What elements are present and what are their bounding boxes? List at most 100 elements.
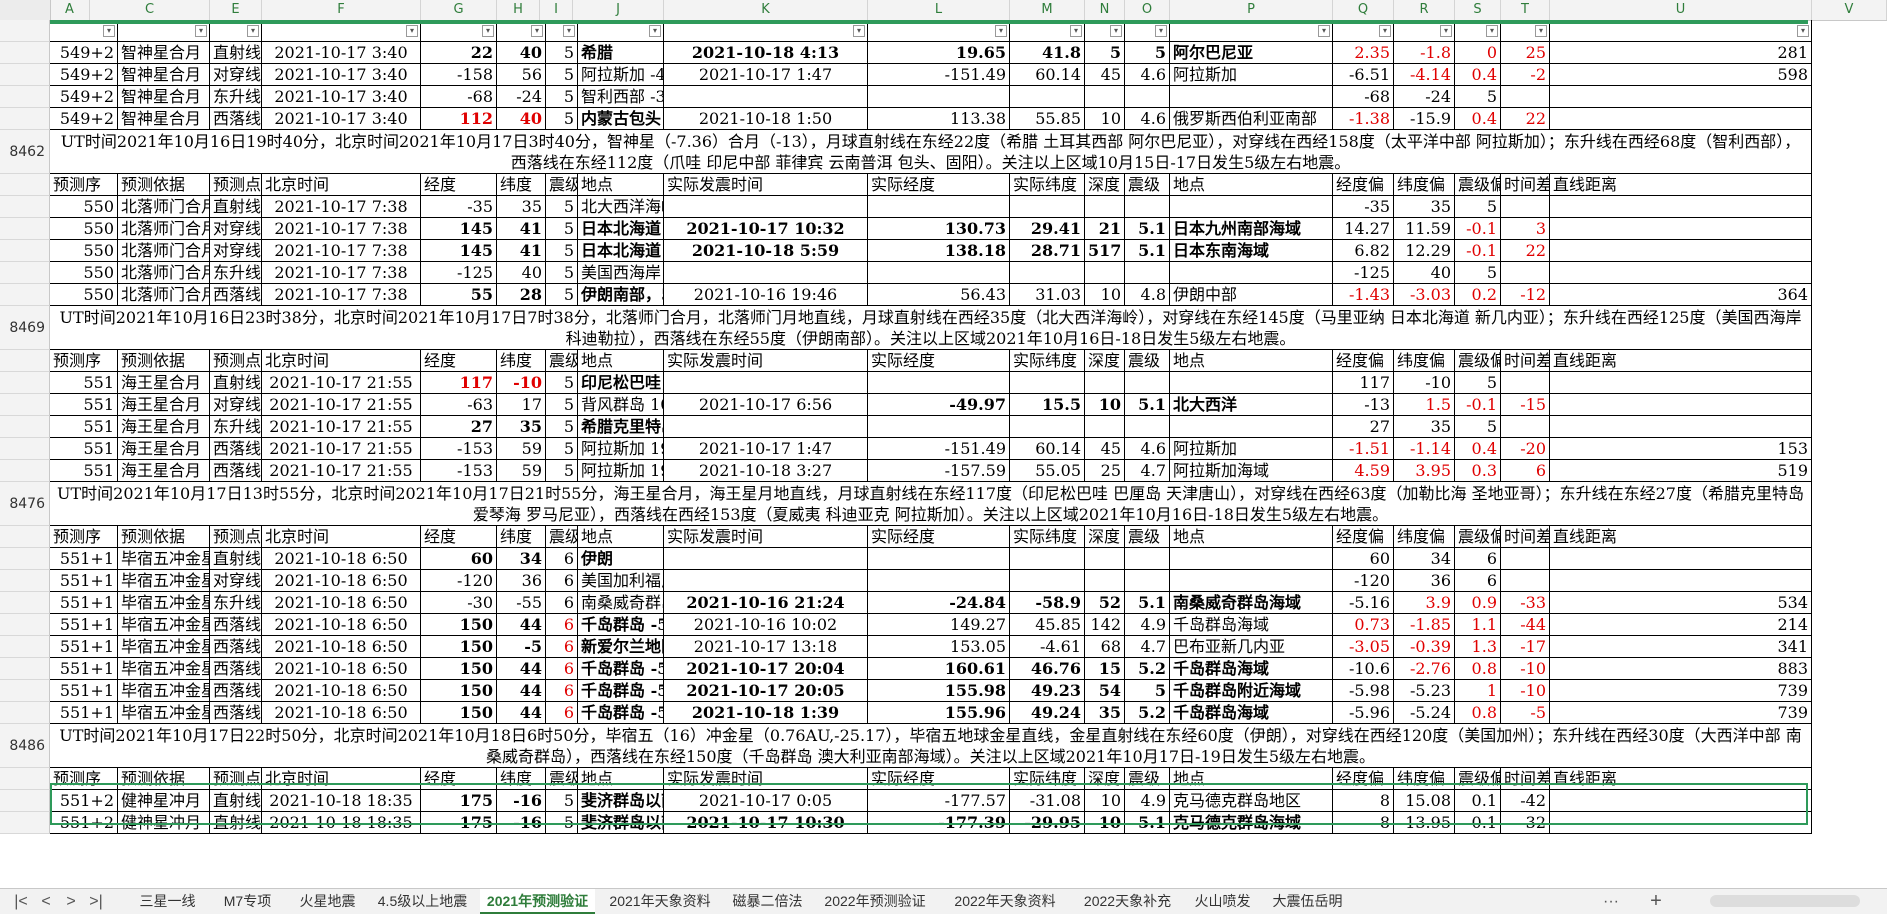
header-cell[interactable]: 震级偏 (1455, 350, 1501, 372)
cell[interactable] (1550, 394, 1812, 416)
header-cell[interactable]: 纬度偏 (1394, 768, 1455, 790)
header-cell[interactable]: 地点 (1170, 526, 1333, 548)
cell[interactable]: 46.76 (1010, 658, 1085, 680)
cell[interactable]: 直射线 (210, 42, 262, 64)
header-cell[interactable]: 纬度偏 (1394, 174, 1455, 196)
header-cell[interactable]: 经度偏 (1333, 174, 1394, 196)
cell[interactable]: 西落线 (210, 108, 262, 130)
cell[interactable]: 29.41 (1010, 218, 1085, 240)
filter-dropdown-icon[interactable]: ▾ (195, 25, 207, 37)
cell[interactable]: 739 (1550, 680, 1812, 702)
cell[interactable]: 千岛群岛附近海域 (1170, 680, 1333, 702)
cell[interactable]: -24 (497, 86, 546, 108)
cell[interactable]: 551+1 (50, 658, 118, 680)
header-cell[interactable]: 震级偏 (1455, 174, 1501, 196)
cell[interactable]: 550 (50, 196, 118, 218)
cell[interactable]: 智神星合月 (118, 86, 210, 108)
cell[interactable]: 直射线 (210, 812, 262, 834)
cell[interactable]: 巴布亚新几内亚 (1170, 636, 1333, 658)
cell[interactable]: 60.14 (1010, 64, 1085, 86)
header-cell[interactable]: 直线距离 (1550, 768, 1812, 790)
prev-sheet-button[interactable]: < (35, 889, 57, 914)
header-cell[interactable]: 直线距离 (1550, 174, 1812, 196)
cell[interactable]: 千岛群岛 -5新爱尔兰 (578, 680, 664, 702)
cell[interactable]: -2 (1501, 64, 1550, 86)
header-cell[interactable]: ▾ (546, 20, 578, 42)
cell[interactable]: 海王星合月 (118, 438, 210, 460)
cell[interactable]: 549+2 (50, 86, 118, 108)
filter-dropdown-icon[interactable]: ▾ (482, 25, 494, 37)
cell[interactable]: 281 (1550, 42, 1812, 64)
cell[interactable]: 阿拉斯加 (1170, 438, 1333, 460)
cell[interactable]: 883 (1550, 658, 1812, 680)
cell[interactable]: 117 (1333, 372, 1394, 394)
cell[interactable]: 千岛群岛 -5新爱尔兰 (578, 658, 664, 680)
cell[interactable]: 550 (50, 262, 118, 284)
cell[interactable] (1550, 218, 1812, 240)
filter-dropdown-icon[interactable]: ▾ (1110, 25, 1122, 37)
cell[interactable]: 6 (546, 548, 578, 570)
cell[interactable]: 2021-10-17 21:55 (262, 372, 421, 394)
cell[interactable]: 新爱尔兰地区，44千岛 (578, 636, 664, 658)
cell[interactable]: 5 (546, 86, 578, 108)
header-cell[interactable]: 地点 (578, 768, 664, 790)
cell[interactable]: 南桑威奇群岛 1大西洋 (578, 592, 664, 614)
cell[interactable]: -1.85 (1394, 614, 1455, 636)
row-number[interactable] (0, 438, 50, 460)
cell[interactable]: 美国加利福尼亚中部 30 (578, 570, 664, 592)
cell[interactable]: 4.7 (1125, 460, 1170, 482)
cell[interactable]: 22 (1501, 240, 1550, 262)
header-cell[interactable]: 实际发震时间 (664, 350, 868, 372)
cell[interactable] (1125, 196, 1170, 218)
cell[interactable]: 175 (421, 812, 497, 834)
cell[interactable]: 155.96 (868, 702, 1010, 724)
cell[interactable] (1085, 548, 1125, 570)
cell[interactable]: 直射线 (210, 196, 262, 218)
cell[interactable]: 59 (497, 438, 546, 460)
cell[interactable]: 0.9 (1455, 592, 1501, 614)
header-cell[interactable]: 震级偏 (1455, 526, 1501, 548)
cell[interactable]: 34 (497, 548, 546, 570)
cell[interactable]: 5.1 (1125, 240, 1170, 262)
header-cell[interactable]: 地点 (1170, 350, 1333, 372)
cell[interactable] (664, 196, 868, 218)
cell[interactable]: 千岛群岛 -5新爱尔兰 (578, 702, 664, 724)
header-cell[interactable]: 震级 (546, 174, 578, 196)
forecast-note-cell[interactable]: UT时间2021年10月16日23时38分，北京时间2021年10月17日7时3… (50, 306, 1812, 350)
cell[interactable]: -1.38 (1333, 108, 1394, 130)
cell[interactable]: 2021-10-16 19:46 (664, 284, 868, 306)
sheet-tab[interactable]: 大震伍岳明 (1265, 889, 1350, 914)
row-number[interactable] (0, 548, 50, 570)
sheet-tab[interactable]: 2022年预测验证 (815, 889, 935, 914)
cell[interactable] (1010, 196, 1085, 218)
cell[interactable] (1501, 196, 1550, 218)
cell[interactable]: 551 (50, 372, 118, 394)
cell[interactable]: 60 (1333, 548, 1394, 570)
cell[interactable]: 对穿线 (210, 240, 262, 262)
header-cell[interactable]: ▾ (262, 20, 421, 42)
cell[interactable]: 2021-10-18 6:50 (262, 592, 421, 614)
cell[interactable]: 3.9 (1394, 592, 1455, 614)
cell[interactable]: 59 (497, 460, 546, 482)
cell[interactable]: -10 (1501, 680, 1550, 702)
cell[interactable]: -10.6 (1333, 658, 1394, 680)
cell[interactable]: -10 (1394, 372, 1455, 394)
header-cell[interactable]: 预测依据 (118, 174, 210, 196)
row-number[interactable] (0, 394, 50, 416)
cell[interactable]: -5.16 (1333, 592, 1394, 614)
sheet-tab[interactable]: 三星一线 (130, 889, 205, 914)
cell[interactable] (664, 548, 868, 570)
cell[interactable]: 2021-10-18 6:50 (262, 548, 421, 570)
cell[interactable]: -10 (1501, 658, 1550, 680)
cell[interactable]: 598 (1550, 64, 1812, 86)
header-cell[interactable]: 实际经度 (868, 174, 1010, 196)
cell[interactable]: 150 (421, 614, 497, 636)
cell[interactable]: -151.49 (868, 64, 1010, 86)
cell[interactable]: 5 (546, 262, 578, 284)
cell[interactable]: 印尼松巴哇，-8 巴厘岛，40天津唐山， (578, 372, 664, 394)
header-cell[interactable]: 震级偏 (1455, 768, 1501, 790)
cell[interactable]: 5 (546, 812, 578, 834)
header-cell[interactable]: 北京时间 (262, 526, 421, 548)
cell[interactable]: -3.05 (1333, 636, 1394, 658)
cell[interactable]: -10 (497, 372, 546, 394)
